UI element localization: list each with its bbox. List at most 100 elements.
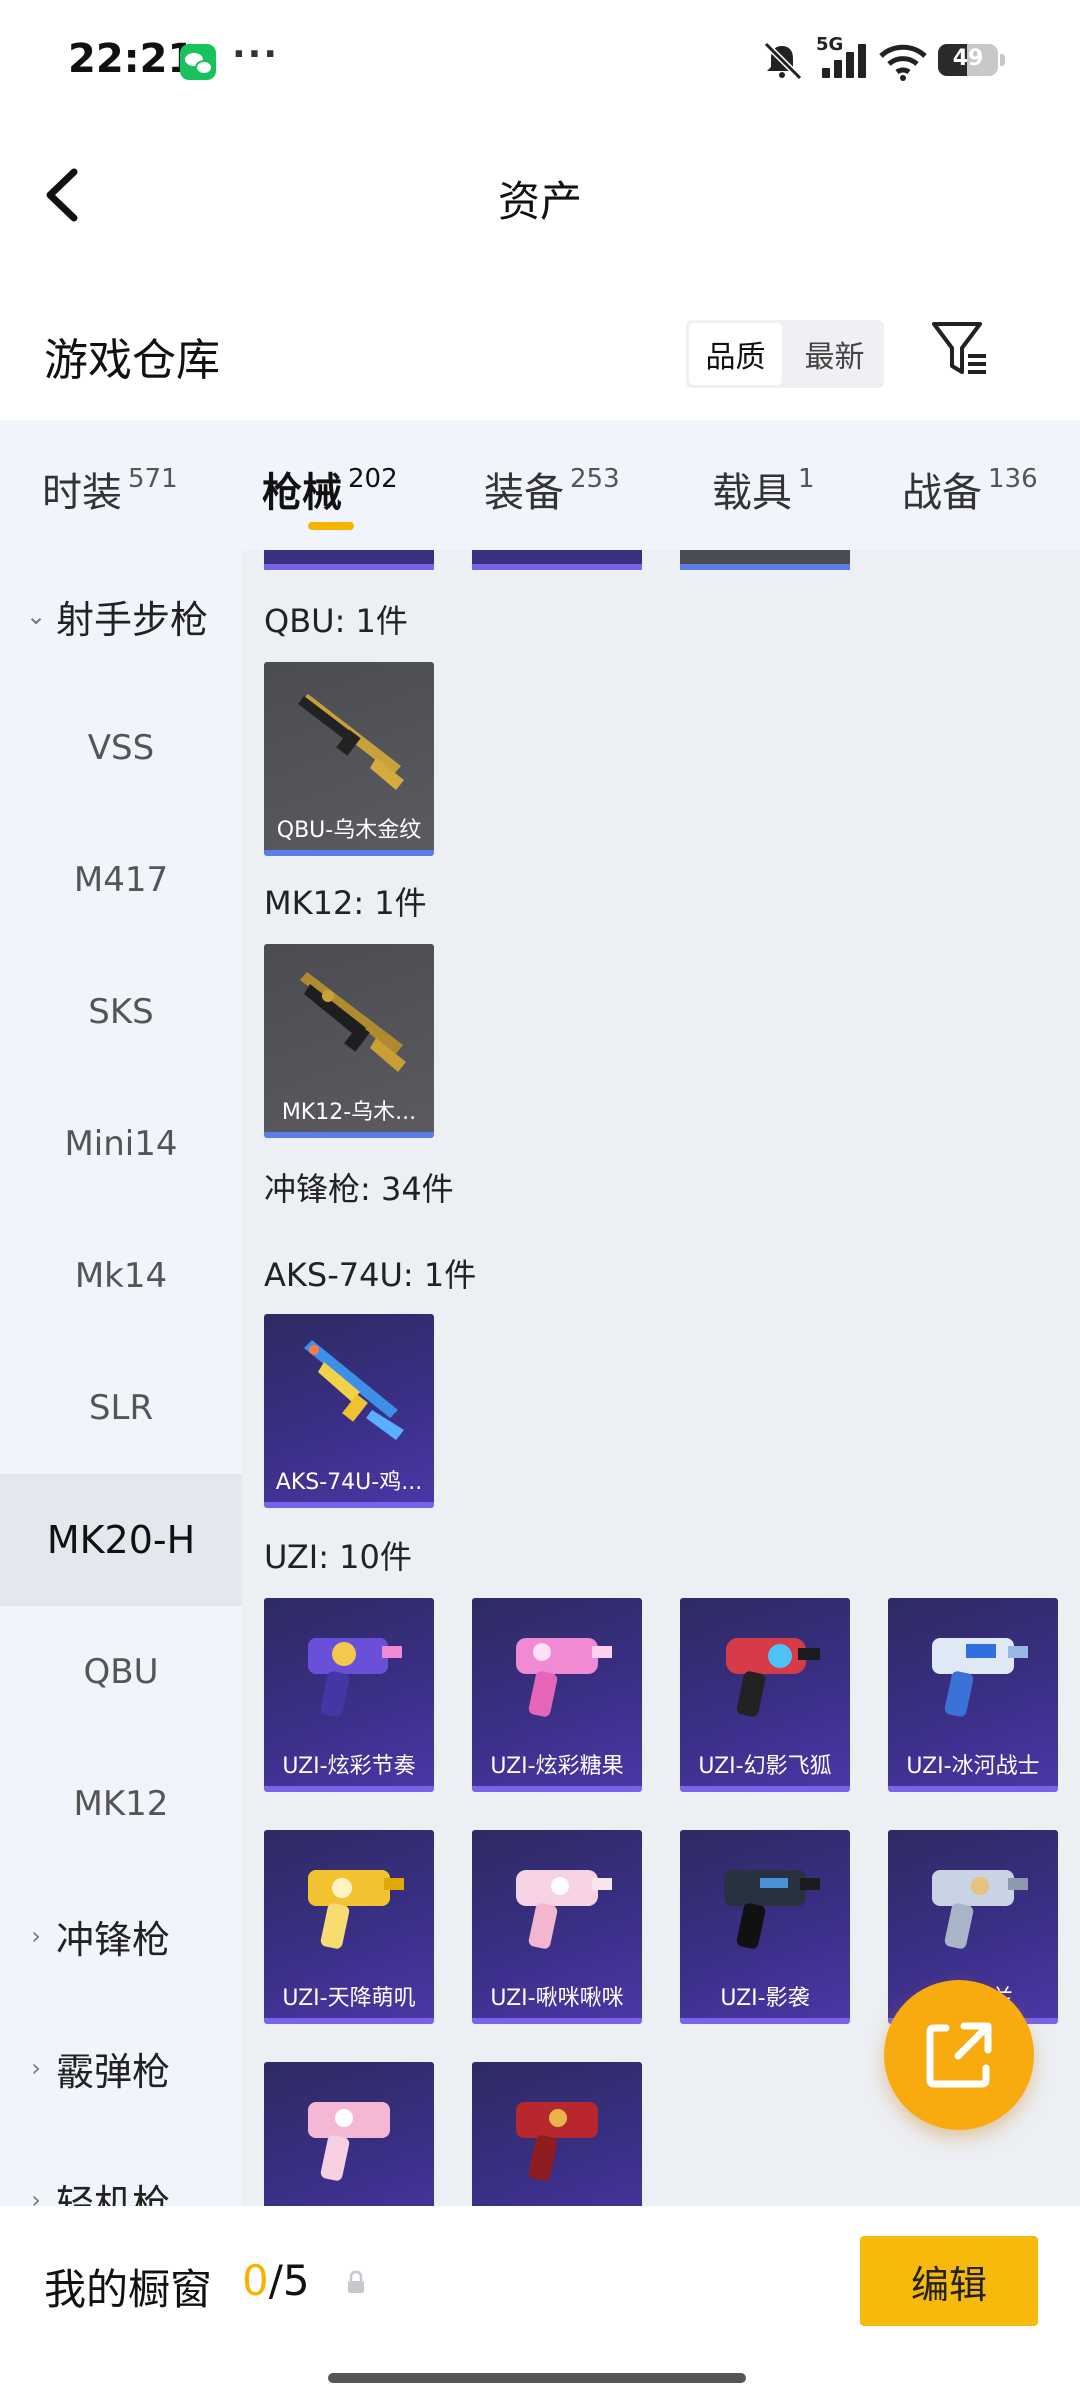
lock-icon [344, 2270, 368, 2294]
tab-label: 时装 [42, 470, 122, 516]
weapon-name: UZI-炫彩节奏 [282, 1754, 416, 1779]
showcase-label: 我的橱窗 [44, 2265, 213, 2314]
chevron-right-icon: › [31, 2054, 41, 2082]
smg-image [516, 1870, 612, 1949]
edit-button[interactable]: 编辑 [860, 2236, 1038, 2326]
weapon-card[interactable]: UZI-炫彩糖果 [472, 1598, 642, 1792]
sidebar-group-label: 冲锋枪 [56, 1917, 171, 1962]
category-label: 冲锋枪: 34件 [264, 1170, 454, 1208]
weapon-card[interactable] [264, 2062, 434, 2206]
tab-label: 战备 [902, 470, 982, 516]
sidebar-group-label: 霰弹枪 [56, 2049, 171, 2094]
sidebar-item-qbu[interactable]: QBU [0, 1606, 242, 1738]
home-indicator[interactable] [328, 2373, 746, 2383]
status-indicators: 5G 49 [760, 34, 1010, 86]
weapon-name: UZI-影袭 [720, 1986, 810, 2011]
filter-button[interactable] [930, 316, 990, 382]
weapon-type-sidebar: ⌄ 射手步枪 VSS M417 SKS Mini14 Mk14 SLR MK20… [0, 550, 242, 2206]
group-label: AKS-74U: 1件 [264, 1256, 477, 1294]
sidebar-group-marksman[interactable]: ⌄ 射手步枪 [0, 550, 242, 682]
weapon-name: UZI-天降萌叽 [282, 1986, 416, 2011]
battery-level: 49 [952, 46, 984, 71]
partial-card [680, 550, 850, 570]
partial-card [472, 550, 642, 570]
sidebar-group-shotgun[interactable]: › 霰弹枪 [0, 2002, 242, 2134]
wifi-icon [879, 44, 927, 81]
sidebar-item-slr[interactable]: SLR [0, 1342, 242, 1474]
weapon-card[interactable] [472, 2062, 642, 2206]
battery-tip [1000, 54, 1005, 66]
tab-fashion[interactable]: 时装 571 [42, 460, 178, 518]
rifle-image [300, 972, 406, 1072]
smg-image [726, 1638, 820, 1717]
sidebar-item-mini14[interactable]: Mini14 [0, 1078, 242, 1210]
tab-label: 枪械 [262, 470, 342, 516]
sidebar-item-mk14[interactable]: Mk14 [0, 1210, 242, 1342]
sidebar-group-label: 射手步枪 [56, 597, 209, 642]
group-label: QBU: 1件 [264, 602, 408, 640]
weapon-name: UZI-炫彩糖果 [490, 1754, 624, 1779]
mute-icon [763, 41, 803, 80]
weapon-card[interactable]: AKS-74U-鸡... [264, 1314, 434, 1508]
sort-quality-button[interactable]: 品质 [689, 323, 782, 385]
weapon-card[interactable]: UZI-天降萌叽 [264, 1830, 434, 2024]
weapon-name: UZI-冰河战士 [906, 1754, 1040, 1779]
smg-image [932, 1638, 1028, 1717]
category-tabs: 时装 571 枪械 202 装备 253 载具 1 战备 136 [0, 420, 1080, 550]
sort-newest-button[interactable]: 最新 [788, 323, 881, 385]
smg-image [932, 1870, 1028, 1949]
sidebar-group-label: 轻机枪 [56, 2181, 171, 2207]
share-button[interactable] [884, 1980, 1034, 2130]
smg-image [516, 2102, 598, 2181]
showcase-count: 0/5 [242, 2256, 310, 2305]
weapon-card[interactable]: UZI-幻影飞狐 [680, 1598, 850, 1792]
sort-toggle: 品质 最新 [686, 320, 884, 388]
smg-image [308, 1870, 404, 1949]
group-label: MK12: 1件 [264, 884, 427, 922]
status-time: 22:21 [68, 36, 196, 82]
sidebar-group-smg[interactable]: › 冲锋枪 [0, 1870, 242, 2002]
sidebar-item-vss[interactable]: VSS [0, 682, 242, 814]
warehouse-title: 游戏仓库 [44, 335, 220, 386]
tab-label: 装备 [484, 470, 564, 516]
sidebar-group-lmg[interactable]: › 轻机枪 [0, 2134, 242, 2207]
showcase-max: 5 [282, 2256, 310, 2305]
tab-label: 载具 [712, 470, 792, 516]
tab-equipment[interactable]: 装备 253 [484, 460, 620, 518]
smg-image [516, 1638, 612, 1717]
sidebar-item-sks[interactable]: SKS [0, 946, 242, 1078]
signal-icon [816, 34, 866, 86]
tab-firearms[interactable]: 枪械 202 [262, 460, 398, 518]
weapon-card[interactable]: UZI-啾咪啾咪 [472, 1830, 642, 2024]
share-external-icon [926, 2022, 992, 2088]
weapon-card[interactable]: QBU-乌木金纹 [264, 662, 434, 856]
weapon-name: UZI-幻影飞狐 [698, 1754, 832, 1779]
weapon-card[interactable]: MK12-乌木... [264, 944, 434, 1138]
tab-count: 136 [988, 464, 1038, 494]
weapon-card[interactable]: UZI-影袭 [680, 1830, 850, 2024]
more-notifications-icon: ··· [232, 34, 280, 75]
sidebar-item-mk20h[interactable]: MK20-H [0, 1474, 242, 1606]
weapon-card[interactable]: UZI-冰河战士 [888, 1598, 1058, 1792]
weapon-name: MK12-乌木... [281, 1100, 417, 1125]
tab-count: 1 [798, 464, 815, 494]
weapon-name: AKS-74U-鸡... [275, 1470, 423, 1495]
smg-image [308, 1638, 402, 1717]
tab-active-indicator [308, 522, 354, 530]
weapon-card[interactable]: UZI-炫彩节奏 [264, 1598, 434, 1792]
chevron-right-icon: › [31, 2186, 41, 2206]
sidebar-item-m417[interactable]: M417 [0, 814, 242, 946]
sidebar-item-mk12[interactable]: MK12 [0, 1738, 242, 1870]
wechat-notification-icon [180, 44, 216, 80]
chevron-down-icon: ⌄ [25, 602, 47, 630]
smg-image [724, 1870, 820, 1949]
weapon-name: QBU-乌木金纹 [276, 818, 422, 843]
tab-supplies[interactable]: 战备 136 [902, 460, 1038, 518]
weapon-grid: QBU: 1件 QBU-乌木金纹 MK12: 1件 MK12-乌木... 冲锋枪… [242, 550, 1080, 2206]
tab-count: 202 [348, 464, 398, 494]
rifle-image [298, 694, 404, 790]
tab-vehicles[interactable]: 载具 1 [712, 460, 815, 518]
tab-count: 253 [570, 464, 620, 494]
rifle-image [304, 1340, 404, 1440]
smg-image [308, 2102, 390, 2181]
